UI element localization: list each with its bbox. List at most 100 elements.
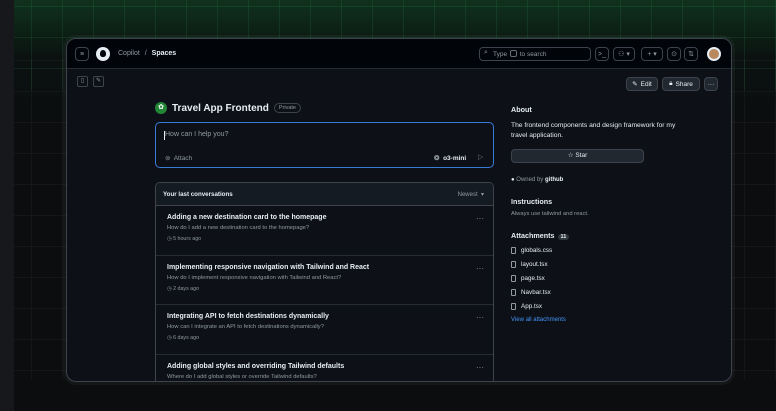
instructions-text: Always use tailwind and react. [511,211,589,217]
attachment-item[interactable]: App.tsx [511,302,681,310]
star-label: Star [575,152,588,159]
attach-button[interactable]: ⊚ Attach [165,154,192,162]
model-selector[interactable]: ❂ o3-mini [434,154,466,162]
file-icon [511,246,516,254]
search-placeholder-post: to search [519,51,547,58]
conversation-subtitle: How do I add a new destination card to t… [167,225,310,231]
sort-dropdown[interactable]: Newest ▾ [458,191,484,198]
conversations-header: Your last conversations Newest ▾ [156,183,493,206]
copilot-menu-button[interactable]: ⚇ ▾ [613,47,635,61]
attachment-name: page.tsx [521,274,545,282]
conversation-item[interactable]: Integrating API to fetch destinations dy… [156,305,493,355]
conversation-time: ◷ 6 days ago [167,335,493,341]
clock-icon: ◷ [167,335,172,341]
star-icon: ☆ [567,152,574,159]
about-description: The frontend components and design frame… [511,122,676,139]
attachment-name: App.tsx [521,302,542,310]
prompt-placeholder: How can I help you? [165,131,229,138]
menu-icon[interactable]: ≡ [75,47,89,61]
search-placeholder-pre: Type [493,51,508,58]
attachment-item[interactable]: globals.css [511,246,681,254]
conversation-menu-icon[interactable]: ··· [476,264,484,273]
more-options-label: ··· [707,80,715,88]
conversation-menu-icon[interactable]: ··· [476,214,484,223]
page-title: Travel App Frontend [172,102,269,114]
instructions-heading: Instructions [511,197,553,206]
conversation-title: Implementing responsive navigation with … [167,263,370,271]
conversation-time: ◷ 2 days ago [167,286,493,292]
share-button[interactable]: 🔒︎ Share [662,77,700,91]
conversation-time: ◷ 5 hours ago [167,236,493,242]
breadcrumb-separator: / [144,50,147,57]
clock-icon: ◷ [167,285,172,292]
conversation-menu-icon[interactable]: ··· [476,363,484,372]
github-owner-icon: ● [511,177,515,183]
conversation-item[interactable]: Adding a new destination card to the hom… [156,206,493,256]
prompt-input[interactable]: How can I help you? ⊚ Attach ❂ o3-mini ▷ [155,122,494,168]
top-navigation-bar: ≡ Copilot / Spaces ⌕ Type to search >_ ⚇… [67,39,731,69]
file-icon [511,274,516,282]
attachment-item[interactable]: Navbar.tsx [511,288,681,296]
conversation-subtitle: Where do I add global styles or override… [167,373,317,380]
edit-label: Edit [640,80,652,88]
conversation-item[interactable]: Adding global styles and overriding Tail… [156,355,493,382]
attachments-title: Attachments [511,231,555,240]
send-icon[interactable]: ▷ [478,153,483,161]
lock-icon: 🔒︎ [669,80,673,87]
owner-link[interactable]: github [545,177,563,183]
attachment-item[interactable]: layout.tsx [511,260,681,268]
sort-label: Newest [457,192,478,198]
attachment-item[interactable]: page.tsx [511,274,681,282]
issues-icon[interactable]: ⊙ [667,47,681,61]
attachment-name: globals.css [521,246,553,254]
pull-requests-icon[interactable]: ⇅ [684,47,698,61]
conversation-title: Adding global styles and overriding Tail… [167,362,345,370]
clock-icon: ◷ [167,236,172,242]
edit-button[interactable]: ✎ Edit [626,77,658,91]
attachments-list: globals.css layout.tsx page.tsx Navbar.t… [511,246,681,310]
visibility-badge: Private [273,103,301,113]
share-label: Share [675,80,693,88]
avatar[interactable] [707,47,721,61]
breadcrumb: Copilot / Spaces [118,50,176,57]
command-palette-button[interactable]: >_ [595,47,609,61]
space-header: ✿ Travel App Frontend Private [155,102,301,114]
conversation-time-text: 2 days ago [173,285,200,292]
about-heading: About [511,105,532,114]
slash-key-icon [509,50,517,57]
star-button[interactable]: ☆ Star [511,149,644,163]
create-new-button[interactable]: + ▾ [641,47,663,61]
conversations-panel: Your last conversations Newest ▾ Adding … [155,182,494,382]
more-options-button[interactable]: ··· [704,77,718,91]
sidebar-toggle-icon[interactable]: ▯ [77,76,88,87]
view-all-attachments-link[interactable]: View all attachments [511,317,681,323]
owner-line: ● Owned by github [511,177,681,183]
attach-label: Attach [173,155,193,162]
github-logo-icon[interactable] [96,47,110,61]
conversation-menu-icon[interactable]: ··· [476,313,484,322]
conversation-subtitle: How do I implement responsive navigation… [167,274,342,281]
search-icon: ⌕ [484,49,488,56]
attach-icon: ⊚ [165,155,171,162]
file-icon [511,260,516,268]
left-edge-panel [0,0,14,411]
breadcrumb-spaces[interactable]: Spaces [152,50,177,57]
conversation-item[interactable]: Implementing responsive navigation with … [156,256,493,305]
command-palette-label: >_ [598,50,606,58]
owned-prefix: Owned by [516,177,544,183]
file-icon [511,302,516,310]
create-new-label: + [647,50,652,58]
conversation-time-text: 5 hours ago [173,236,202,242]
conversation-title: Integrating API to fetch destinations dy… [167,313,329,320]
conversation-time-text: 6 days ago [173,335,200,341]
pencil-icon: ✎ [632,81,638,88]
search-input[interactable]: ⌕ Type to search [479,47,591,61]
model-label: o3-mini [443,155,467,162]
attachments-heading: Attachments 11 [511,231,681,240]
breadcrumb-copilot[interactable]: Copilot [118,50,140,57]
file-icon [511,288,516,296]
new-conversation-icon[interactable]: ✎ [93,76,104,87]
attachment-name: layout.tsx [521,260,548,268]
attachment-name: Navbar.tsx [521,288,551,296]
conversation-title: Adding a new destination card to the hom… [167,214,327,221]
